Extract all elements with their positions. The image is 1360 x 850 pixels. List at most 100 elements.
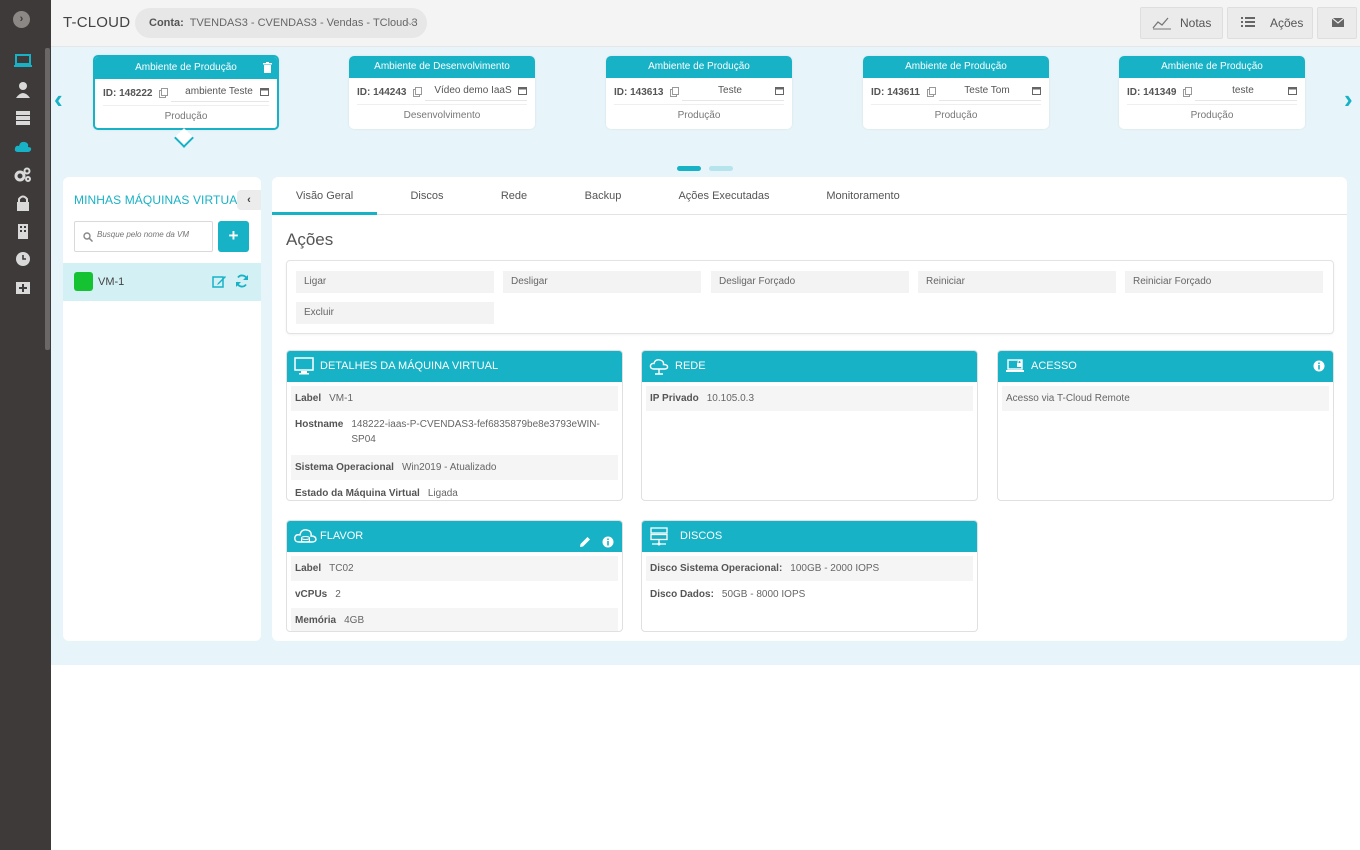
tab-overview[interactable]: Visão Geral [272, 177, 377, 215]
access-text: Acesso via T-Cloud Remote [1006, 393, 1130, 404]
notes-icon [1152, 17, 1171, 30]
calendar-icon[interactable] [775, 86, 784, 95]
detail-row: Disco Dados: 50GB - 8000 IOPS [646, 582, 973, 608]
environment-type: Produção [1127, 104, 1297, 121]
actions-title: Ações [286, 230, 334, 249]
vm-search-field[interactable] [74, 221, 213, 252]
computer-icon[interactable] [14, 52, 32, 70]
collapse-sidebar-button[interactable]: ‹ [237, 190, 261, 210]
expand-menu-icon[interactable]: › [13, 11, 30, 28]
tab-monitoring[interactable]: Monitoramento [808, 177, 918, 215]
list-icon [1241, 17, 1255, 27]
carousel-prev-icon[interactable]: ‹ [54, 84, 63, 115]
server-icon[interactable] [14, 109, 32, 127]
building-icon[interactable] [14, 222, 32, 240]
environment-card[interactable]: Ambiente de Produção ID: 141349 teste Pr… [1119, 56, 1305, 129]
nav-scrollbar[interactable] [45, 48, 50, 350]
carousel-dot[interactable] [709, 166, 733, 171]
clock-icon[interactable] [14, 250, 32, 268]
environment-card[interactable]: Ambiente de Produção ID: 143611 Teste To… [863, 56, 1049, 129]
detail-row: Label VM-1 [291, 386, 618, 412]
detail-row: Estado da Máquina Virtual Ligada [291, 481, 618, 500]
vm-sidebar: MINHAS MÁQUINAS VIRTUAIS ‹ + VM-1 [63, 177, 261, 641]
vm-search-input[interactable] [97, 230, 207, 239]
detail-row: vCPUs 2 [291, 582, 618, 608]
divider [425, 100, 527, 101]
vm-status-indicator [74, 272, 93, 291]
info-icon[interactable] [1313, 360, 1325, 372]
copy-icon[interactable] [413, 87, 422, 97]
environment-card[interactable]: Ambiente de Produção ID: 143613 Teste Pr… [606, 56, 792, 129]
tab-executed-actions[interactable]: Ações Executadas [664, 177, 784, 215]
calendar-icon[interactable] [260, 87, 269, 96]
settings-icon[interactable] [14, 166, 32, 184]
network-card: REDE IP Privado 10.105.0.3 [641, 350, 978, 501]
detail-label: Estado da Máquina Virtual [295, 488, 420, 499]
account-value: TVENDAS3 - CVENDAS3 - Vendas - TCloud 3 [189, 17, 418, 29]
calendar-icon[interactable] [1032, 86, 1041, 95]
medical-kit-icon[interactable] [14, 279, 32, 297]
detail-row: IP Privado 10.105.0.3 [646, 386, 973, 412]
card-title: DISCOS [680, 530, 723, 542]
vm-list-item[interactable]: VM-1 [63, 263, 261, 301]
trash-icon[interactable] [263, 62, 272, 73]
actions-button[interactable]: Ações [1227, 7, 1313, 39]
power-on-button[interactable]: Ligar [296, 271, 494, 293]
environment-card[interactable]: Ambiente de Produção ID: 148222 ambiente… [93, 55, 279, 130]
cloud-icon[interactable] [14, 138, 32, 156]
vm-name: VM-1 [98, 276, 125, 288]
tab-backup[interactable]: Backup [563, 177, 643, 215]
vm-detail-panel: Visão Geral Discos Rede Backup Ações Exe… [272, 177, 1347, 641]
environment-name: ambiente Teste [185, 86, 253, 97]
pencil-icon[interactable] [579, 536, 591, 548]
info-icon[interactable] [602, 536, 614, 548]
mail-button[interactable] [1317, 7, 1357, 39]
restart-button[interactable]: Reiniciar [918, 271, 1116, 293]
account-label: Conta: [149, 17, 184, 29]
force-power-off-button[interactable]: Desligar Forçado [711, 271, 909, 293]
environment-header: Ambiente de Produção [905, 61, 1007, 72]
account-selector[interactable]: Conta: TVENDAS3 - CVENDAS3 - Vendas - TC… [135, 8, 427, 38]
tab-disks[interactable]: Discos [387, 177, 467, 215]
cloud-flavor-icon [294, 529, 317, 543]
lock-icon[interactable] [14, 194, 32, 212]
environment-card[interactable]: Ambiente de Desenvolvimento ID: 144243 V… [349, 56, 535, 129]
calendar-icon[interactable] [1288, 86, 1297, 95]
detail-label: Sistema Operacional [295, 462, 394, 473]
carousel-next-icon[interactable]: › [1344, 84, 1353, 115]
refresh-icon[interactable] [235, 274, 249, 288]
divider [1195, 100, 1297, 101]
tab-network[interactable]: Rede [474, 177, 554, 215]
edit-icon[interactable] [212, 274, 227, 288]
detail-value: 10.105.0.3 [706, 393, 754, 404]
power-off-button[interactable]: Desligar [503, 271, 701, 293]
add-vm-button[interactable]: + [218, 221, 249, 252]
actions-label: Ações [1270, 16, 1304, 30]
calendar-icon[interactable] [518, 86, 527, 95]
copy-icon[interactable] [159, 88, 168, 98]
sidebar-title: MINHAS MÁQUINAS VIRTUAIS [74, 193, 249, 207]
force-restart-button[interactable]: Reiniciar Forçado [1125, 271, 1323, 293]
copy-icon[interactable] [927, 87, 936, 97]
detail-label: IP Privado [650, 393, 699, 404]
user-icon[interactable] [14, 81, 32, 99]
card-title: REDE [675, 360, 706, 372]
detail-row: Label TC02 [291, 556, 618, 582]
environment-type: Produção [871, 104, 1041, 121]
detail-label: Hostname [295, 419, 344, 430]
detail-value: Ligada [427, 488, 458, 499]
notes-button[interactable]: Notas [1140, 7, 1223, 39]
detail-row: Sistema Operacional Win2019 - Atualizado [291, 455, 618, 481]
environment-header: Ambiente de Produção [648, 61, 750, 72]
environment-id: ID: 144243 [357, 87, 407, 98]
carousel-dot-active[interactable] [677, 166, 701, 171]
access-row: Acesso via T-Cloud Remote [1002, 386, 1329, 412]
delete-button[interactable]: Excluir [296, 302, 494, 324]
copy-icon[interactable] [670, 87, 679, 97]
card-title: ACESSO [1031, 360, 1077, 372]
environment-name: Teste [718, 85, 742, 96]
detail-value: Win2019 - Atualizado [401, 462, 497, 473]
flavor-card: FLAVOR Label TC02 vCPUs 2 Memória 4GB [286, 520, 623, 632]
copy-icon[interactable] [1183, 87, 1192, 97]
divider [939, 100, 1041, 101]
